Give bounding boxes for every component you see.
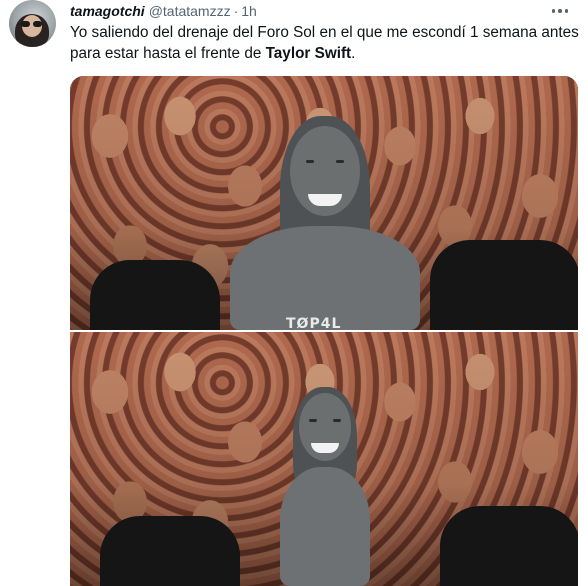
media-panel-top: TØP4L bbox=[70, 76, 578, 330]
tweet-text-bold[interactable]: Taylor Swift bbox=[266, 45, 352, 62]
figure-eye bbox=[333, 419, 341, 422]
mud-figure bbox=[245, 387, 405, 586]
watermark: TØP4L bbox=[286, 316, 342, 330]
ellipsis-icon[interactable] bbox=[545, 0, 575, 22]
separator-dot: · bbox=[233, 3, 239, 19]
tweet: tamagotchi @tatatamzzz · 1h Yo saliendo … bbox=[0, 0, 588, 586]
author-name[interactable]: tamagotchi bbox=[70, 3, 145, 19]
media-panel-bottom bbox=[70, 332, 578, 586]
crowd-person bbox=[100, 516, 240, 586]
tweet-media[interactable]: TØP4L bbox=[70, 76, 578, 586]
timestamp[interactable]: 1h bbox=[241, 3, 257, 19]
figure-body bbox=[280, 467, 370, 586]
figure-eye bbox=[336, 160, 344, 163]
mud-figure bbox=[220, 116, 430, 330]
tweet-header: tamagotchi @tatatamzzz · 1h bbox=[70, 2, 257, 20]
author-handle[interactable]: @tatatamzzz bbox=[149, 3, 231, 19]
crowd-person bbox=[440, 506, 578, 586]
figure-body bbox=[230, 226, 420, 330]
figure-eye bbox=[309, 419, 317, 422]
tweet-text: Yo saliendo del drenaje del Foro Sol en … bbox=[70, 22, 580, 64]
crowd-person bbox=[430, 240, 578, 330]
figure-eye bbox=[306, 160, 314, 163]
crowd-person bbox=[90, 260, 220, 330]
avatar[interactable] bbox=[9, 0, 56, 47]
sunglasses-icon bbox=[21, 21, 43, 27]
tweet-text-end: . bbox=[351, 45, 356, 62]
